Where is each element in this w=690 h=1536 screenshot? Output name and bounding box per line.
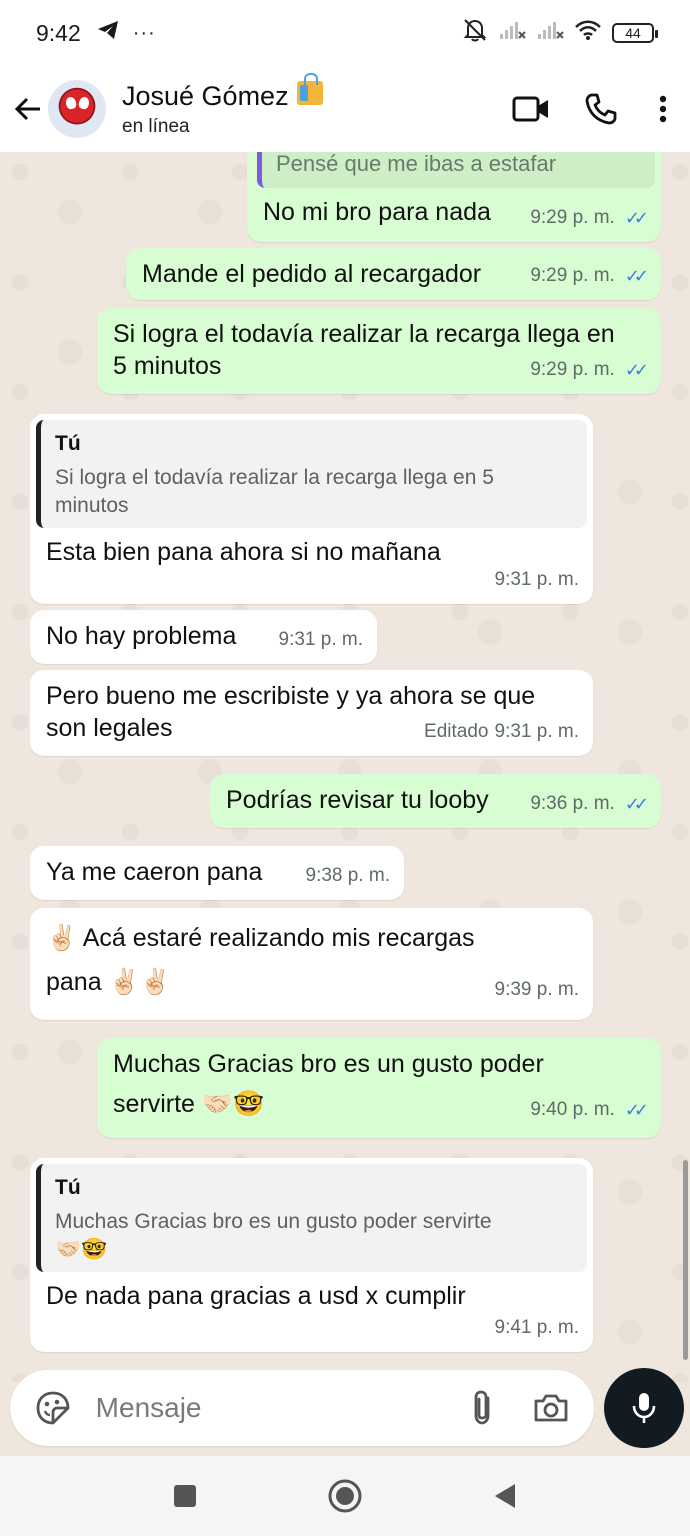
camera-button[interactable] — [526, 1381, 576, 1435]
contact-status: en línea — [122, 115, 190, 137]
message-time: 9:29 p. m. — [530, 207, 615, 228]
read-ticks-icon: ✓✓ — [624, 208, 649, 228]
more-notifications-icon: ··· — [132, 21, 156, 44]
message-meta: 9:31 p. m. — [495, 564, 580, 596]
message-meta: 9:29 p. m. ✓✓ — [530, 202, 649, 234]
chat-area[interactable]: Pensé que me ibas a estafar No mi bro pa… — [0, 152, 690, 1382]
more-options-button[interactable] — [636, 79, 690, 139]
signal-icon-2 — [536, 20, 564, 46]
message-bubble[interactable]: Pero bueno me escribiste y ya ahora se q… — [30, 670, 593, 756]
avatar[interactable] — [48, 80, 106, 138]
message-time: 9:29 p. m. — [530, 359, 615, 380]
message-bubble[interactable]: Tú Muchas Gracias bro es un gusto poder … — [30, 1158, 593, 1352]
message-bubble[interactable]: Podrías revisar tu looby 9:36 p. m. ✓✓ — [210, 774, 661, 828]
clock: 9:42 — [36, 19, 81, 46]
message-meta: 9:40 p. m. ✓✓ — [530, 1090, 649, 1130]
chat-header: Josué Gómez en línea — [0, 66, 690, 152]
message-time: 9:40 p. m. — [530, 1099, 615, 1120]
video-call-button[interactable] — [496, 79, 566, 139]
arrow-left-icon — [14, 97, 40, 121]
telegram-icon — [97, 20, 119, 46]
edited-label: Editado — [424, 721, 489, 742]
quoted-message[interactable]: Tú Si logra el todavía realizar la recar… — [36, 420, 587, 528]
video-camera-icon — [512, 96, 548, 122]
voice-message-button[interactable] — [604, 1368, 684, 1448]
read-ticks-icon: ✓✓ — [624, 794, 649, 814]
message-input[interactable] — [95, 1392, 457, 1424]
circle-home-icon — [328, 1479, 362, 1513]
back-nav-button[interactable] — [480, 1471, 530, 1521]
home-button[interactable] — [320, 1471, 370, 1521]
square-icon — [174, 1485, 196, 1507]
triangle-back-icon — [495, 1484, 515, 1508]
battery-icon: 44 — [612, 23, 658, 43]
quoted-author: Tú — [55, 432, 81, 455]
signal-icon — [498, 20, 526, 46]
message-meta: 9:38 p. m. — [306, 860, 391, 892]
paperclip-icon — [474, 1390, 489, 1425]
message-time: 9:31 p. m. — [494, 569, 580, 590]
message-meta: Editado 9:31 p. m. — [424, 716, 579, 748]
message-bubble[interactable]: Tú Si logra el todavía realizar la recar… — [30, 414, 593, 604]
quoted-text: Muchas Gracias bro es un gusto poder ser… — [55, 1210, 492, 1233]
quoted-message[interactable]: Pensé que me ibas a estafar — [257, 152, 655, 188]
recents-button[interactable] — [160, 1471, 210, 1521]
message-bubble[interactable]: ✌🏻 Acá estaré realizando mis recargas pa… — [30, 908, 593, 1020]
message-text: Muchas Gracias bro es un gusto poder — [113, 1050, 544, 1078]
shopping-bags-emoji-icon — [296, 73, 323, 105]
message-meta: 9:29 p. m. ✓✓ — [530, 354, 649, 386]
message-text: ✌🏻 Acá estaré realizando mis recargas — [46, 924, 475, 952]
message-bubble[interactable]: Pensé que me ibas a estafar No mi bro pa… — [247, 152, 661, 242]
read-ticks-icon: ✓✓ — [624, 1100, 649, 1120]
contact-info[interactable]: Josué Gómez en línea — [122, 73, 323, 138]
contact-name: Josué Gómez — [122, 73, 323, 112]
read-ticks-icon: ✓✓ — [624, 266, 649, 286]
scrollbar[interactable] — [683, 1160, 688, 1360]
message-bubble[interactable]: Muchas Gracias bro es un gusto poder ser… — [97, 1038, 661, 1138]
quoted-message[interactable]: Tú Muchas Gracias bro es un gusto poder … — [36, 1164, 587, 1272]
contact-name-text: Josué Gómez — [122, 80, 289, 111]
emoji-sticker-button[interactable] — [28, 1381, 78, 1435]
quoted-text-continued: 🤝🏻🤓 — [55, 1238, 108, 1261]
message-composer — [10, 1370, 594, 1446]
microphone-icon — [632, 1393, 656, 1423]
message-time: 9:38 p. m. — [305, 865, 391, 886]
message-meta: 9:36 p. m. ✓✓ — [530, 788, 649, 820]
quoted-author: Tú — [55, 1176, 81, 1199]
system-nav-bar — [0, 1456, 690, 1536]
camera-icon — [534, 1394, 568, 1422]
message-bubble[interactable]: Mande el pedido al recargador 9:29 p. m.… — [126, 248, 661, 300]
message-time: 9:29 p. m. — [530, 265, 615, 286]
message-bubble[interactable]: No hay problema 9:31 p. m. — [30, 610, 377, 664]
status-bar: 9:42 ··· 44 — [0, 0, 690, 66]
message-meta: 9:41 p. m. — [495, 1312, 580, 1344]
message-time: 9:31 p. m. — [494, 721, 580, 742]
quoted-text: Si logra el todavía realizar la recarga … — [55, 466, 494, 517]
phone-icon — [585, 93, 617, 125]
sticker-icon — [36, 1391, 70, 1425]
message-meta: 9:29 p. m. ✓✓ — [530, 260, 649, 292]
attach-button[interactable] — [457, 1381, 507, 1435]
message-time: 9:39 p. m. — [494, 979, 580, 1000]
wifi-icon — [574, 19, 602, 47]
message-time: 9:31 p. m. — [278, 629, 364, 650]
message-bubble[interactable]: Si logra el todavía realizar la recarga … — [97, 308, 661, 394]
message-text: De nada pana gracias a usd x cumplir — [46, 1282, 466, 1310]
message-meta: 9:31 p. m. — [279, 624, 364, 656]
message-time: 9:36 p. m. — [530, 793, 615, 814]
message-time: 9:41 p. m. — [494, 1317, 580, 1338]
mute-bell-icon — [462, 17, 488, 49]
read-ticks-icon: ✓✓ — [624, 360, 649, 380]
voice-call-button[interactable] — [566, 79, 636, 139]
message-meta: 9:39 p. m. — [495, 968, 580, 1012]
kebab-menu-icon — [659, 95, 667, 123]
message-bubble[interactable]: Ya me caeron pana 9:38 p. m. — [30, 846, 404, 900]
